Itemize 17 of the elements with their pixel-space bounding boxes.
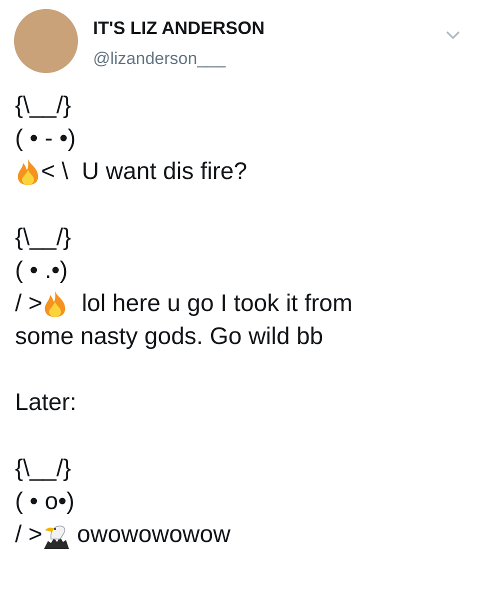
tweet-text: some nasty gods. Go wild bb xyxy=(15,322,324,352)
author-name: IT'S LIZ ANDERSON xyxy=(93,17,266,39)
fire-icon xyxy=(15,158,41,186)
tweet-text: ( • o•) xyxy=(15,487,74,517)
tweet-text: {\__/} xyxy=(15,91,72,121)
author-handle: @lizanderson___ xyxy=(93,48,227,70)
tweet-text: Later: xyxy=(15,388,76,418)
tweet-text: / > xyxy=(15,520,42,550)
chevron-down-icon[interactable] xyxy=(446,31,460,40)
tweet-text: {\__/} xyxy=(15,454,72,484)
tweet-text: / > xyxy=(15,289,42,319)
tweet-text: lol here u go I took it from xyxy=(80,289,352,319)
tweet-text: ( • - •) xyxy=(15,124,76,154)
tweet-text: < \ U want dis fire? xyxy=(41,157,248,187)
tweet-text: owowowowow xyxy=(76,520,230,550)
tweet-text: ( • .•) xyxy=(15,256,68,286)
tweet-text: {\__/} xyxy=(15,223,72,253)
